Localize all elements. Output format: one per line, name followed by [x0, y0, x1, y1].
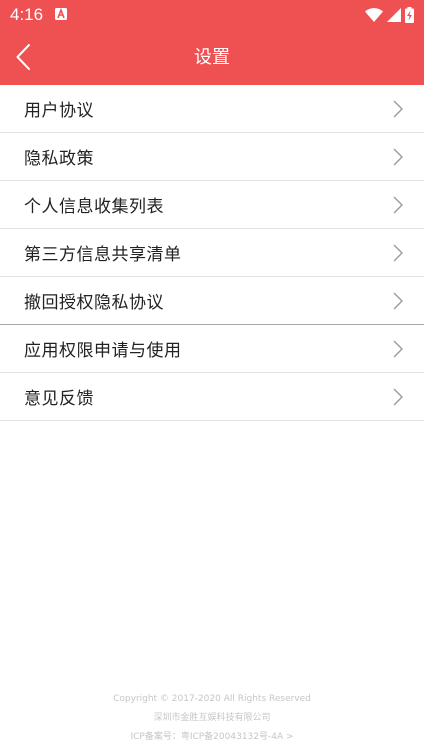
status-bar: 4:16 [0, 0, 424, 30]
menu-item-personal-info-list[interactable]: 个人信息收集列表 [0, 181, 424, 229]
footer: Copyright © 2017-2020 All Rights Reserve… [0, 690, 424, 747]
menu-item-label: 意见反馈 [24, 389, 94, 409]
copyright-text: Copyright © 2017-2020 All Rights Reserve… [113, 694, 311, 704]
wifi-icon [365, 8, 383, 22]
chevron-right-icon [392, 100, 404, 118]
settings-menu: 用户协议 隐私政策 个人信息收集列表 第三方信息共享清单 撤回授权隐私协议 应用… [0, 85, 424, 421]
icp-link[interactable]: ICP备案号：粤ICP备20043132号-4A > [0, 728, 424, 747]
chevron-right-icon [392, 148, 404, 166]
signal-icon [387, 8, 401, 22]
chevron-right-icon [392, 244, 404, 262]
battery-charging-icon [405, 7, 414, 23]
chevron-right-icon [392, 196, 404, 214]
menu-item-user-agreement[interactable]: 用户协议 [0, 85, 424, 133]
menu-item-label: 用户协议 [24, 101, 94, 121]
status-time: 4:16 [10, 5, 44, 24]
page-title: 设置 [194, 47, 230, 68]
header-bar: 设置 [0, 30, 424, 85]
status-icons [365, 6, 414, 24]
menu-item-label: 撤回授权隐私协议 [24, 293, 164, 313]
chevron-right-icon [392, 292, 404, 310]
chevron-right-icon [392, 388, 404, 406]
menu-item-third-party-sharing[interactable]: 第三方信息共享清单 [0, 229, 424, 277]
menu-item-revoke-authorization[interactable]: 撤回授权隐私协议 [0, 277, 424, 325]
app-notification-icon [55, 8, 67, 20]
menu-item-privacy-policy[interactable]: 隐私政策 [0, 133, 424, 181]
menu-item-label: 隐私政策 [24, 149, 94, 169]
menu-item-label: 应用权限申请与使用 [24, 341, 182, 361]
chevron-right-icon [392, 340, 404, 358]
menu-item-label: 个人信息收集列表 [24, 197, 164, 217]
menu-item-label: 第三方信息共享清单 [24, 245, 182, 265]
menu-item-app-permissions[interactable]: 应用权限申请与使用 [0, 325, 424, 373]
menu-item-feedback[interactable]: 意见反馈 [0, 373, 424, 421]
company-name: 深圳市金胜互娱科技有限公司 [153, 713, 271, 723]
